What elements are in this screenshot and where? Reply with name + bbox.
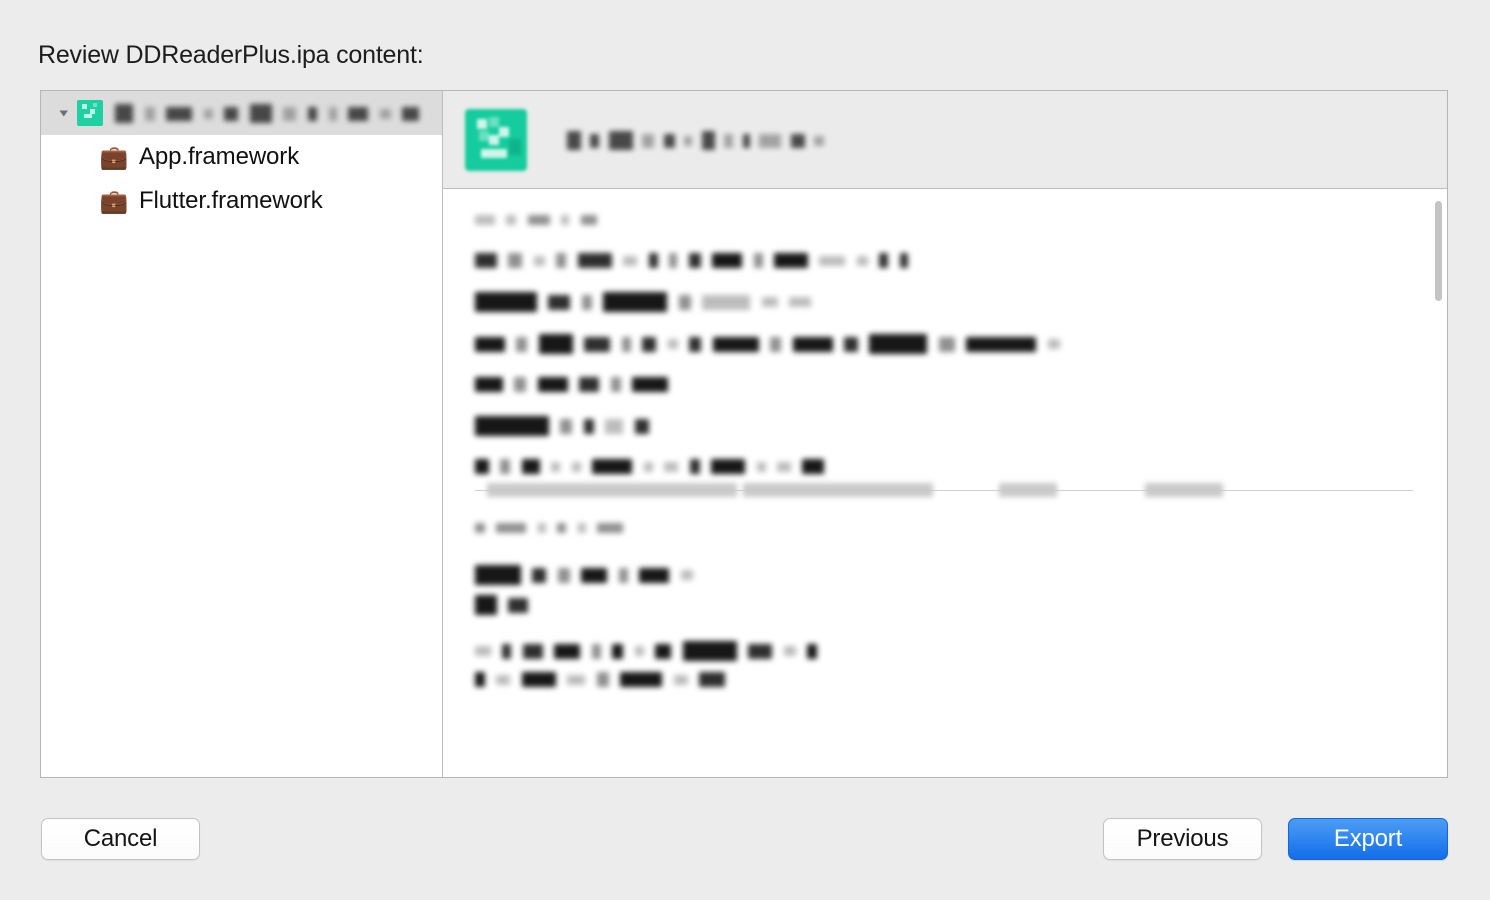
- export-button[interactable]: Export: [1288, 818, 1448, 860]
- detail-section-heading: [475, 211, 1447, 229]
- app-teal-icon: [77, 100, 103, 126]
- briefcase-icon: 💼: [99, 187, 129, 214]
- cancel-button[interactable]: Cancel: [41, 818, 200, 860]
- detail-text-line: [475, 334, 1447, 354]
- detail-text-line: [475, 376, 1447, 394]
- tree-row-app-framework[interactable]: 💼 App.framework: [99, 135, 442, 179]
- tree-row-label: App.framework: [139, 143, 300, 170]
- detail-text-line: [475, 671, 1447, 689]
- detail-text-line: [475, 565, 1447, 585]
- file-tree-pane[interactable]: 💼 App.framework 💼 Flutter.framework: [41, 91, 443, 777]
- section-divider: [475, 483, 1413, 497]
- content-panel: 💼 App.framework 💼 Flutter.framework: [40, 90, 1448, 778]
- tree-children: 💼 App.framework 💼 Flutter.framework: [41, 135, 442, 223]
- detail-text-line: [475, 416, 1447, 436]
- detail-body: [443, 189, 1447, 777]
- briefcase-icon: 💼: [99, 143, 129, 170]
- scroll-notch: [553, 764, 615, 777]
- detail-text-line: [475, 292, 1447, 312]
- detail-section-heading: [475, 519, 1447, 537]
- redacted-text: [567, 131, 829, 150]
- tree-row-flutter-framework[interactable]: 💼 Flutter.framework: [99, 179, 442, 223]
- app-teal-icon: [465, 108, 527, 171]
- detail-text-line: [475, 458, 1447, 476]
- detail-text-line: [475, 252, 1447, 270]
- page-title: Review DDReaderPlus.ipa content:: [38, 41, 424, 69]
- detail-pane: [443, 91, 1447, 777]
- tree-row-label: Flutter.framework: [139, 187, 323, 214]
- detail-text-line: [475, 595, 1447, 615]
- detail-scrollbar[interactable]: [1431, 189, 1445, 777]
- detail-scrollbar-thumb[interactable]: [1435, 201, 1442, 301]
- detail-title: [567, 131, 829, 150]
- redacted-text: [115, 99, 424, 127]
- previous-button[interactable]: Previous: [1103, 818, 1262, 860]
- detail-text-line: [475, 641, 1447, 661]
- tree-row-root[interactable]: [41, 91, 442, 135]
- tree-row-root-label: [115, 99, 424, 128]
- chevron-down-icon[interactable]: [55, 106, 73, 120]
- detail-header: [443, 91, 1447, 189]
